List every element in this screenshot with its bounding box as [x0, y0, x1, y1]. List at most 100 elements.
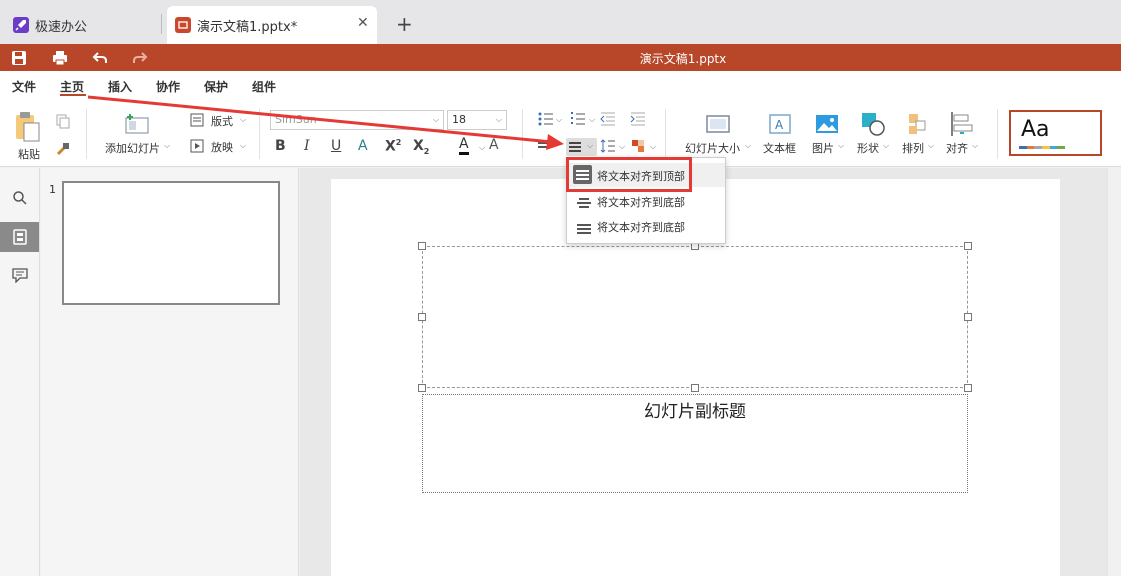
align-middle-label: 将文本对齐到底部: [597, 196, 685, 209]
subtitle-placeholder[interactable]: 幻灯片副标题: [422, 394, 968, 493]
font-color-icon[interactable]: A: [459, 136, 469, 155]
paste-icon[interactable]: [14, 111, 42, 143]
new-tab-icon[interactable]: +: [396, 12, 413, 36]
text-effect-icon[interactable]: A: [358, 138, 368, 154]
format-painter-icon[interactable]: [55, 141, 71, 157]
bullet-list-icon[interactable]: [538, 112, 554, 126]
comment-icon[interactable]: [12, 268, 28, 283]
menu-components[interactable]: 组件: [252, 78, 276, 95]
picture-icon[interactable]: [815, 114, 839, 134]
textbox-label[interactable]: 文本框: [763, 140, 796, 156]
italic-icon[interactable]: I: [304, 138, 310, 154]
chevron-down-icon[interactable]: ⌵: [240, 141, 246, 151]
resize-handle[interactable]: [964, 242, 972, 250]
resize-handle[interactable]: [418, 384, 426, 392]
slide-size-label[interactable]: 幻灯片大小: [685, 140, 740, 156]
chevron-down-icon[interactable]: ⌵: [433, 115, 439, 125]
picture-label[interactable]: 图片: [812, 140, 834, 156]
resize-handle[interactable]: [418, 313, 426, 321]
font-family-select[interactable]: SimSun ⌵: [270, 110, 444, 130]
slide-thumbnail[interactable]: [62, 181, 280, 305]
chevron-down-icon[interactable]: ⌵: [619, 142, 625, 152]
chevron-down-icon[interactable]: ⌵: [650, 142, 656, 152]
chevron-down-icon[interactable]: ⌵: [240, 115, 246, 125]
menu-collaborate[interactable]: 协作: [156, 78, 180, 95]
subtitle-text: 幻灯片副标题: [644, 402, 746, 422]
paste-label: 粘贴: [18, 148, 40, 161]
resize-handle[interactable]: [418, 242, 426, 250]
font-size-select[interactable]: 18 ⌵: [447, 110, 507, 130]
shading-icon[interactable]: [631, 139, 645, 153]
slide-size-icon[interactable]: [706, 115, 730, 133]
chevron-down-icon[interactable]: ⌵: [496, 115, 502, 125]
align-text-icon[interactable]: [538, 141, 550, 151]
chevron-down-icon[interactable]: ⌵: [556, 115, 562, 125]
increase-indent-icon[interactable]: [630, 112, 646, 126]
menu-file[interactable]: 文件: [12, 78, 36, 95]
resize-handle[interactable]: [691, 384, 699, 392]
align-objects-icon[interactable]: [950, 111, 974, 137]
ribbon-separator: [86, 109, 87, 159]
layout-icon[interactable]: [190, 113, 204, 127]
bold-icon[interactable]: B: [275, 138, 286, 154]
chevron-down-icon[interactable]: ⌵: [589, 115, 595, 125]
ribbon-separator: [665, 109, 666, 159]
slides-panel-button[interactable]: [0, 222, 39, 252]
arrange-icon[interactable]: [906, 112, 930, 136]
numbered-list-icon[interactable]: [570, 112, 586, 126]
play-label[interactable]: 放映: [211, 139, 233, 155]
chevron-down-icon[interactable]: ⌵: [928, 141, 934, 151]
tab-document[interactable]: 演示文稿1.pptx* ✕: [167, 6, 377, 44]
layout-label[interactable]: 版式: [211, 113, 233, 129]
align-middle-icon: [577, 196, 591, 208]
decrease-indent-icon[interactable]: [600, 112, 616, 126]
subscript-icon[interactable]: X2: [413, 138, 429, 156]
vertical-align-button[interactable]: ⌵: [566, 138, 597, 156]
chevron-down-icon[interactable]: ⌵: [883, 141, 889, 151]
align-bottom-option[interactable]: 将文本对齐到底部: [567, 214, 725, 238]
resize-handle[interactable]: [964, 384, 972, 392]
shape-label[interactable]: 形状: [857, 140, 879, 156]
theme-color-strip: [1019, 146, 1066, 149]
copy-icon[interactable]: [55, 113, 71, 129]
align-objects-label[interactable]: 对齐: [946, 140, 968, 156]
line-spacing-icon[interactable]: [600, 139, 616, 153]
theme-thumbnail[interactable]: Aa: [1009, 110, 1102, 156]
chevron-down-icon[interactable]: ⌵: [745, 141, 751, 151]
clear-format-icon[interactable]: A: [489, 137, 499, 153]
chevron-down-icon[interactable]: ⌵: [587, 141, 593, 151]
add-slide-label[interactable]: 添加幻灯片: [105, 140, 160, 156]
chevron-down-icon[interactable]: ⌵: [479, 143, 485, 153]
slide-thumbnails-pane: 1: [41, 168, 299, 576]
slides-icon: [13, 229, 27, 245]
underline-icon[interactable]: U: [331, 138, 341, 154]
play-icon[interactable]: [190, 139, 204, 153]
align-middle-option[interactable]: 将文本对齐到底部: [567, 189, 725, 213]
search-icon[interactable]: [12, 190, 28, 206]
font-family-value: SimSun: [275, 113, 317, 126]
ribbon-separator: [259, 109, 260, 159]
menu-bar: 文件 主页 插入 协作 保护 组件: [0, 71, 1121, 101]
tab-document-label: 演示文稿1.pptx*: [197, 19, 298, 35]
vertical-scrollbar[interactable]: [1107, 168, 1121, 576]
document-title: 演示文稿1.pptx: [639, 52, 727, 66]
menu-home[interactable]: 主页: [60, 78, 84, 95]
chevron-down-icon[interactable]: ⌵: [164, 141, 170, 151]
textbox-icon[interactable]: A: [769, 114, 791, 134]
tab-home[interactable]: 极速办公: [0, 6, 160, 44]
ribbon-separator: [997, 109, 998, 159]
chevron-down-icon[interactable]: ⌵: [838, 141, 844, 151]
resize-handle[interactable]: [964, 313, 972, 321]
arrange-label[interactable]: 排列: [902, 140, 924, 156]
menu-protect[interactable]: 保护: [204, 78, 228, 95]
close-icon[interactable]: ✕: [357, 15, 369, 31]
theme-sample-text: Aa: [1021, 117, 1050, 142]
superscript-icon[interactable]: X2: [385, 138, 401, 155]
shape-icon[interactable]: [860, 111, 886, 137]
chevron-down-icon[interactable]: ⌵: [972, 141, 978, 151]
add-slide-icon[interactable]: [124, 113, 150, 135]
font-size-value: 18: [452, 113, 466, 126]
menu-insert[interactable]: 插入: [108, 78, 132, 95]
align-bottom-icon: [577, 221, 591, 234]
title-placeholder[interactable]: [422, 246, 968, 388]
